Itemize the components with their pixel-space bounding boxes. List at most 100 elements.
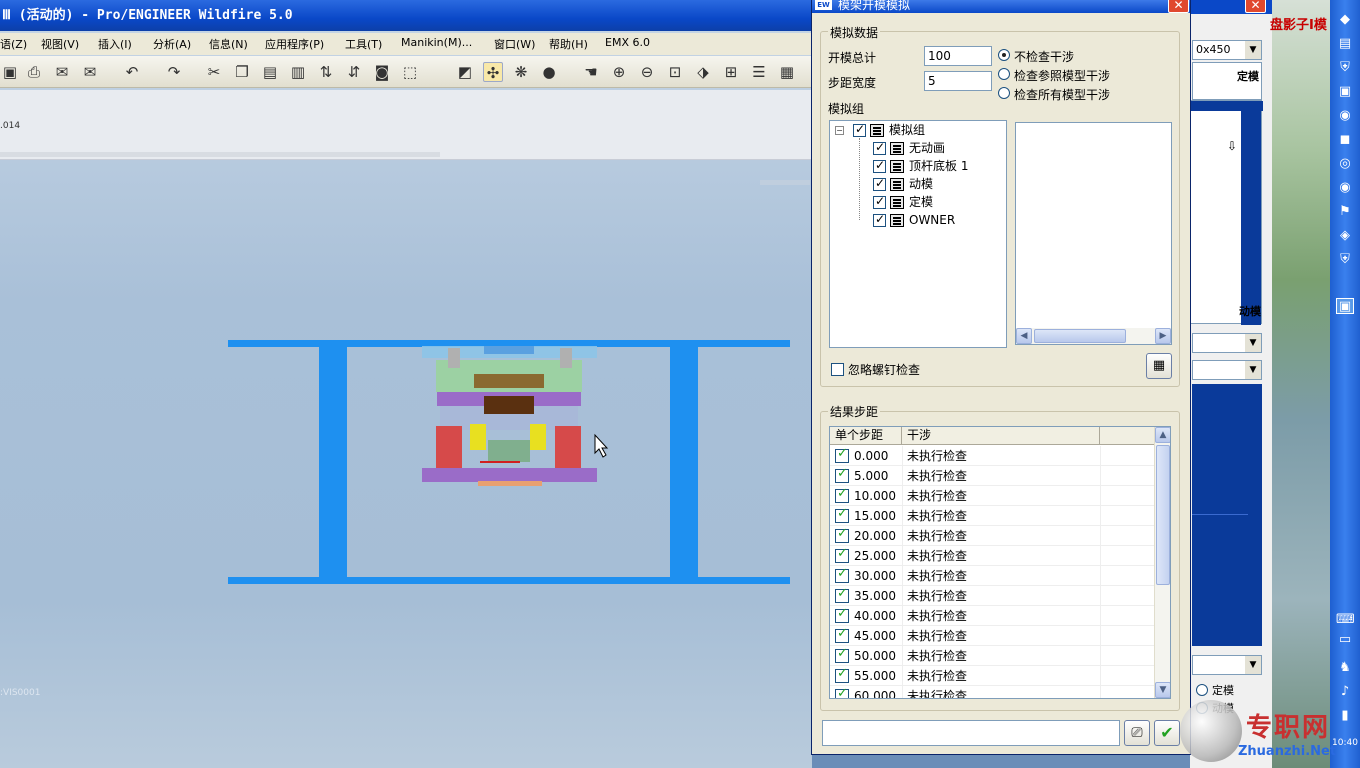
tree-item-checkbox[interactable]	[873, 212, 886, 227]
row-checkbox[interactable]	[835, 486, 849, 503]
row-checkbox[interactable]	[835, 506, 849, 523]
tree-connector	[859, 138, 860, 220]
row-step-value: 25.000	[854, 549, 896, 563]
bg-radio-fixed-label: 定模	[1212, 684, 1234, 697]
bg-combo-4[interactable]: ▼	[1192, 655, 1262, 675]
filter-button[interactable]: ▦	[1146, 353, 1172, 379]
close-icon[interactable]: ✕	[1168, 0, 1189, 13]
table-row[interactable]: 25.000 未执行检查	[830, 546, 1156, 566]
group-icon	[890, 178, 904, 191]
table-row[interactable]: 40.000 未执行检查	[830, 606, 1156, 626]
flag-icon[interactable]: ⚑	[1336, 204, 1354, 220]
tree-item-ejector-plate[interactable]: 顶杆底板 1	[909, 157, 968, 175]
horizontal-scrollbar[interactable]: ◀ ▶	[1016, 328, 1171, 344]
chevron-down-icon: ▼	[1245, 361, 1261, 379]
open-total-input[interactable]: 100	[924, 46, 992, 66]
tree-item-owner[interactable]: OWNER	[909, 211, 955, 229]
row-divider	[902, 686, 903, 698]
dropbox-icon[interactable]: ◆	[1336, 12, 1354, 28]
ok-button[interactable]: ✔	[1154, 720, 1180, 746]
table-row[interactable]: 5.000 未执行检查	[830, 466, 1156, 486]
tree-item-moving-half[interactable]: 动模	[909, 175, 933, 193]
row-step-value: 50.000	[854, 649, 896, 663]
globe-icon[interactable]: ◉	[1336, 108, 1354, 124]
chrome-icon[interactable]: ◎	[1336, 156, 1354, 172]
result-table[interactable]: 单个步距 干涉 0.000未执行检查5.000未执行检查10.000未执行检查1…	[829, 426, 1171, 699]
tree-item-checkbox[interactable]	[873, 158, 886, 173]
row-checkbox[interactable]	[835, 466, 849, 483]
security-shield-icon[interactable]: ⛨	[1336, 252, 1354, 268]
keyboard-icon[interactable]: ⌨	[1336, 612, 1355, 628]
message-field[interactable]	[822, 720, 1120, 746]
row-checkbox[interactable]	[835, 666, 849, 683]
scroll-left-icon[interactable]: ◀	[1016, 328, 1032, 344]
tree-item-checkbox[interactable]	[873, 140, 886, 155]
row-divider	[1100, 506, 1101, 526]
tree-item-fixed-half[interactable]: 定模	[909, 193, 933, 211]
row-checkbox[interactable]	[835, 526, 849, 543]
ignore-screw-checkbox[interactable]	[831, 363, 844, 376]
table-row[interactable]: 15.000 未执行检查	[830, 506, 1156, 526]
disk-icon[interactable]: ▤	[1336, 36, 1354, 52]
row-checkbox[interactable]	[835, 546, 849, 563]
collapse-icon[interactable]: −	[835, 126, 844, 135]
table-row[interactable]: 20.000 未执行检查	[830, 526, 1156, 546]
radio-no-check[interactable]	[998, 49, 1010, 61]
tree-item-checkbox[interactable]	[873, 176, 886, 191]
messenger-icon[interactable]: ♞	[1336, 660, 1354, 676]
mold-3d-view[interactable]	[0, 0, 812, 768]
taskbar-window-icon[interactable]: ▣	[1336, 298, 1354, 314]
tree-root-checkbox[interactable]	[853, 122, 866, 137]
radio-no-check-label: 不检查干涉	[1014, 50, 1075, 64]
table-row[interactable]: 35.000 未执行检查	[830, 586, 1156, 606]
step-width-input[interactable]: 5	[924, 71, 992, 91]
camera-icon[interactable]: ◼	[1336, 132, 1354, 148]
radio-check-all[interactable]	[998, 87, 1010, 99]
vertical-scrollbar[interactable]: ▲ ▼	[1154, 427, 1170, 698]
emx-app-icon: EW	[815, 0, 832, 10]
table-row[interactable]: 60.000 未执行检查	[830, 686, 1156, 698]
scroll-right-icon[interactable]: ▶	[1155, 328, 1171, 344]
record-button[interactable]: ⎚	[1124, 720, 1150, 746]
column-header-step[interactable]: 单个步距	[830, 427, 902, 445]
bg-close-icon[interactable]: ✕	[1245, 0, 1266, 13]
row-checkbox[interactable]	[835, 686, 849, 698]
row-checkbox[interactable]	[835, 646, 849, 663]
row-divider	[1100, 666, 1101, 686]
bg-size-combo[interactable]: 0x450 ▼	[1192, 40, 1262, 60]
row-divider	[1100, 466, 1101, 486]
table-row[interactable]: 30.000 未执行检查	[830, 566, 1156, 586]
app-tray-icon[interactable]: ◉	[1336, 180, 1354, 196]
scroll-up-icon[interactable]: ▲	[1155, 427, 1170, 443]
bg-combo-3[interactable]: ▼	[1192, 360, 1262, 380]
row-checkbox[interactable]	[835, 566, 849, 583]
row-checkbox[interactable]	[835, 446, 849, 463]
speaker-icon[interactable]: ♪	[1336, 684, 1354, 700]
bg-combo-2[interactable]: ▼	[1192, 333, 1262, 353]
table-icon: ▦	[1152, 358, 1166, 373]
table-row[interactable]: 55.000 未执行检查	[830, 666, 1156, 686]
chevron-down-icon: ▼	[1245, 41, 1261, 59]
table-row[interactable]: 45.000 未执行检查	[830, 626, 1156, 646]
row-checkbox[interactable]	[835, 586, 849, 603]
radio-check-ref[interactable]	[998, 68, 1010, 80]
table-row[interactable]: 10.000 未执行检查	[830, 486, 1156, 506]
table-row[interactable]: 50.000 未执行检查	[830, 646, 1156, 666]
table-row[interactable]: 0.000 未执行检查	[830, 446, 1156, 466]
sim-group-tree[interactable]: − 模拟组 无动画 顶杆底板 1 动模 定模 OWNER	[829, 120, 1007, 348]
scroll-down-icon[interactable]: ▼	[1155, 682, 1170, 698]
shield-icon[interactable]: ⛨	[1336, 60, 1354, 76]
network-icon[interactable]: ▣	[1336, 84, 1354, 100]
group-detail-list[interactable]: ◀ ▶	[1015, 122, 1172, 345]
scroll-thumb[interactable]	[1034, 329, 1126, 343]
key-icon[interactable]: ◈	[1336, 228, 1354, 244]
bg-radio-fixed[interactable]	[1196, 684, 1208, 696]
display-icon[interactable]: ▭	[1336, 632, 1354, 648]
row-checkbox[interactable]	[835, 626, 849, 643]
tree-item-checkbox[interactable]	[873, 194, 886, 209]
scroll-thumb[interactable]	[1156, 445, 1170, 585]
row-checkbox[interactable]	[835, 606, 849, 623]
battery-icon[interactable]: ▮	[1336, 708, 1354, 724]
column-header-interference[interactable]: 干涉	[902, 427, 1100, 445]
tree-item-no-animation[interactable]: 无动画	[909, 139, 945, 157]
